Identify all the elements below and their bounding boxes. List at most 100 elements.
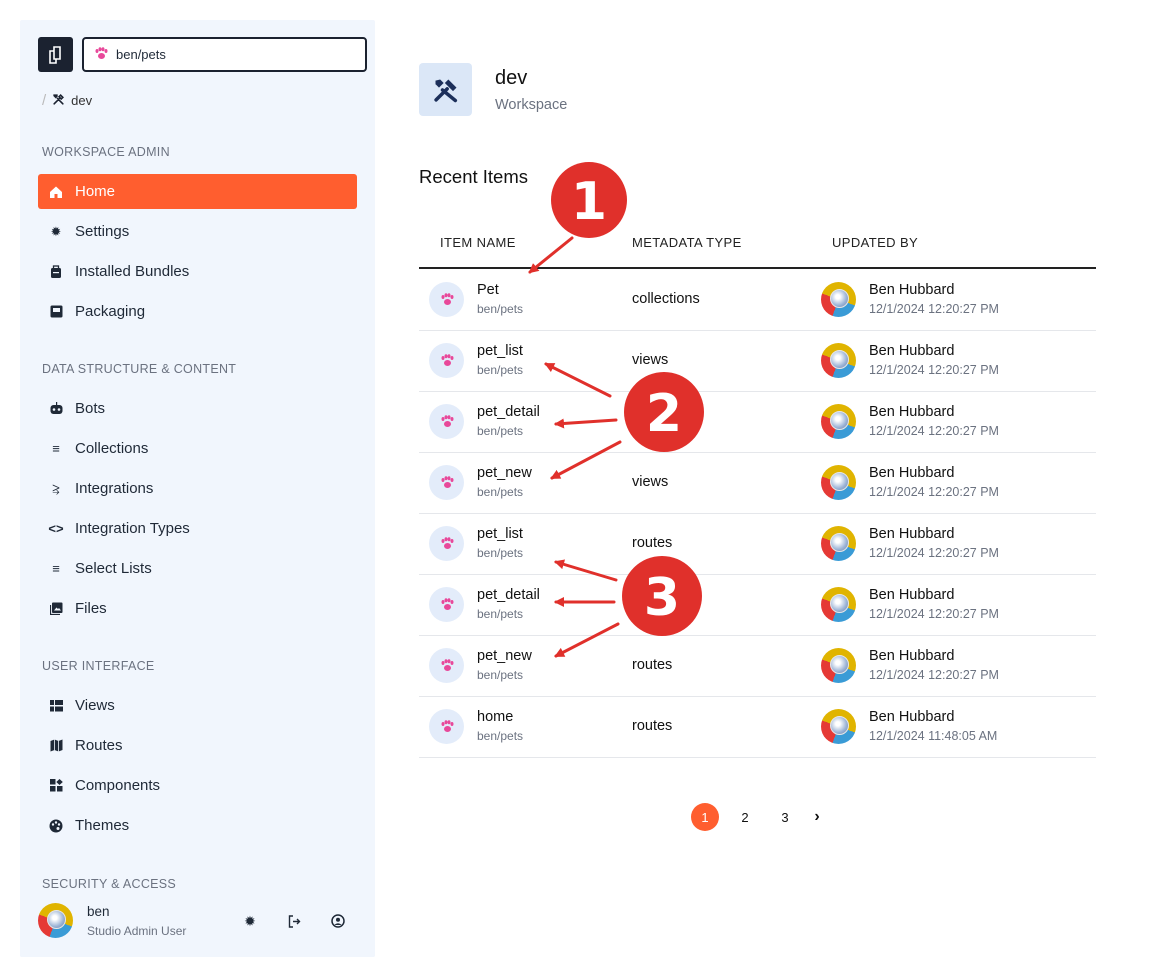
metadata-type: views <box>632 474 669 490</box>
app-logo[interactable] <box>38 37 73 72</box>
item-name[interactable]: pet_new <box>477 465 532 481</box>
sidebar-footer: ben Studio Admin User ✹ <box>20 890 375 957</box>
section-security: SECURITY & ACCESS <box>42 877 177 891</box>
recent-items-title: Recent Items <box>419 166 528 187</box>
breadcrumb-label: dev <box>71 93 93 108</box>
table-row[interactable]: Pet ben/pets collections Ben Hubbard 12/1/20… <box>419 269 1096 331</box>
table-row[interactable]: pet_list ben/pets views Ben Hubbard 12/1/202… <box>419 330 1096 392</box>
gear-icon: ✹ <box>50 223 62 239</box>
paw-icon <box>429 465 464 500</box>
table-row[interactable]: pet_new ben/pets routes Ben Hubbard 12/1/202… <box>419 635 1096 697</box>
updated-by-name: Ben Hubbard <box>869 648 955 664</box>
sidebar-item-home[interactable]: Home <box>38 174 357 209</box>
metadata-type: routes <box>632 657 673 673</box>
item-name[interactable]: home <box>477 709 513 725</box>
bundle-selector[interactable]: ben/pets <box>82 37 367 72</box>
home-icon <box>48 184 64 200</box>
updated-date: 12/1/2024 12:20:27 PM <box>869 363 999 377</box>
workspace-icon <box>419 63 472 116</box>
paw-icon <box>429 587 464 622</box>
updated-date: 12/1/2024 11:48:05 AM <box>869 729 998 743</box>
column-header-item-name[interactable]: ITEM NAME <box>440 235 516 250</box>
page-2-button[interactable]: 2 <box>731 803 759 831</box>
paw-icon <box>94 46 108 63</box>
section-user-interface: USER INTERFACE <box>42 659 155 673</box>
sidebar-item-installed-bundles[interactable]: Installed Bundles <box>38 254 357 289</box>
package-icon <box>48 304 64 320</box>
sidebar-item-label: Select Lists <box>75 560 152 577</box>
gear-icon: ✹ <box>244 912 256 929</box>
views-icon <box>48 698 64 714</box>
bot-icon <box>48 401 64 417</box>
updated-date: 12/1/2024 12:20:27 PM <box>869 424 999 438</box>
column-header-metadata-type[interactable]: METADATA TYPE <box>632 235 742 250</box>
sidebar-item-label: Bots <box>75 400 106 417</box>
components-icon <box>48 778 64 794</box>
section-workspace-admin: WORKSPACE ADMIN <box>42 145 170 159</box>
code-icon: <> <box>48 521 64 536</box>
sidebar-item-files[interactable]: Files <box>38 591 357 626</box>
item-name[interactable]: Pet <box>477 282 499 298</box>
page-1-button[interactable]: 1 <box>691 803 719 831</box>
sidebar-item-label: Installed Bundles <box>75 263 190 280</box>
avatar <box>821 587 856 622</box>
sidebar-item-components[interactable]: Components <box>38 768 357 803</box>
next-page-button[interactable]: › <box>803 803 831 831</box>
bundle-icon <box>48 264 64 280</box>
item-bundle: ben/pets <box>477 302 524 316</box>
table-row[interactable]: pet_detail ben/pets routes Ben Hubbard 12/1/… <box>419 574 1096 636</box>
bundle-name: ben/pets <box>116 47 166 62</box>
sidebar-item-views[interactable]: Views <box>38 688 357 723</box>
sidebar-item-packaging[interactable]: Packaging <box>38 294 357 329</box>
updated-date: 12/1/2024 12:20:27 PM <box>869 302 999 316</box>
paw-icon <box>429 282 464 317</box>
avatar <box>821 343 856 378</box>
avatar[interactable] <box>38 903 73 938</box>
item-name[interactable]: pet_list <box>477 526 523 542</box>
sidebar-item-settings[interactable]: ✹ Settings <box>38 214 357 249</box>
avatar <box>821 648 856 683</box>
sidebar-item-routes[interactable]: Routes <box>38 728 357 763</box>
metadata-type: routes <box>632 596 673 612</box>
updated-by-name: Ben Hubbard <box>869 282 955 298</box>
item-bundle: ben/pets <box>477 485 524 499</box>
updated-date: 12/1/2024 12:20:27 PM <box>869 546 999 560</box>
page-subtitle: Workspace <box>495 97 568 113</box>
item-bundle: ben/pets <box>477 668 524 682</box>
logout-button[interactable] <box>284 911 304 931</box>
sidebar-item-integration-types[interactable]: <> Integration Types <box>38 511 357 546</box>
avatar <box>821 709 856 744</box>
metadata-type: routes <box>632 718 673 734</box>
table-row[interactable]: pet_list ben/pets routes Ben Hubbard 12/1/20… <box>419 513 1096 575</box>
breadcrumb[interactable]: / dev <box>42 92 92 109</box>
sidebar-item-integrations[interactable]: ⥸ Integrations <box>38 471 357 506</box>
item-name[interactable]: pet_new <box>477 648 532 664</box>
user-role: Studio Admin User <box>87 924 187 938</box>
select-list-icon: ≡ <box>52 561 60 576</box>
sidebar-item-label: Views <box>75 697 115 714</box>
updated-date: 12/1/2024 12:20:27 PM <box>869 668 999 682</box>
tools-icon <box>433 79 457 102</box>
item-name[interactable]: pet_detail <box>477 404 540 420</box>
sidebar-item-collections[interactable]: ≡ Collections <box>38 431 357 466</box>
logo-icon <box>48 45 61 64</box>
table-row[interactable]: pet_new ben/pets views Ben Hubbard 12/1/2024… <box>419 452 1096 514</box>
table-row[interactable]: pet_detail ben/pets views Ben Hubbard 12/1/2… <box>419 391 1096 453</box>
page-3-button[interactable]: 3 <box>771 803 799 831</box>
table-row[interactable]: home ben/pets routes Ben Hubbard 12/1/2024 1… <box>419 696 1096 758</box>
section-data-structure: DATA STRUCTURE & CONTENT <box>42 362 237 376</box>
column-header-updated-by[interactable]: UPDATED BY <box>832 235 918 250</box>
sidebar-item-themes[interactable]: Themes <box>38 808 357 843</box>
integration-icon: ⥸ <box>52 480 60 496</box>
paw-icon <box>429 648 464 683</box>
item-name[interactable]: pet_detail <box>477 587 540 603</box>
account-circle-icon <box>331 914 345 928</box>
item-name[interactable]: pet_list <box>477 343 523 359</box>
profile-button[interactable] <box>328 911 348 931</box>
sidebar-item-bots[interactable]: Bots <box>38 391 357 426</box>
user-settings-button[interactable]: ✹ <box>240 911 260 931</box>
sidebar-item-label: Components <box>75 777 161 794</box>
sidebar-item-select-lists[interactable]: ≡ Select Lists <box>38 551 357 586</box>
avatar <box>821 282 856 317</box>
updated-by-name: Ben Hubbard <box>869 587 955 603</box>
